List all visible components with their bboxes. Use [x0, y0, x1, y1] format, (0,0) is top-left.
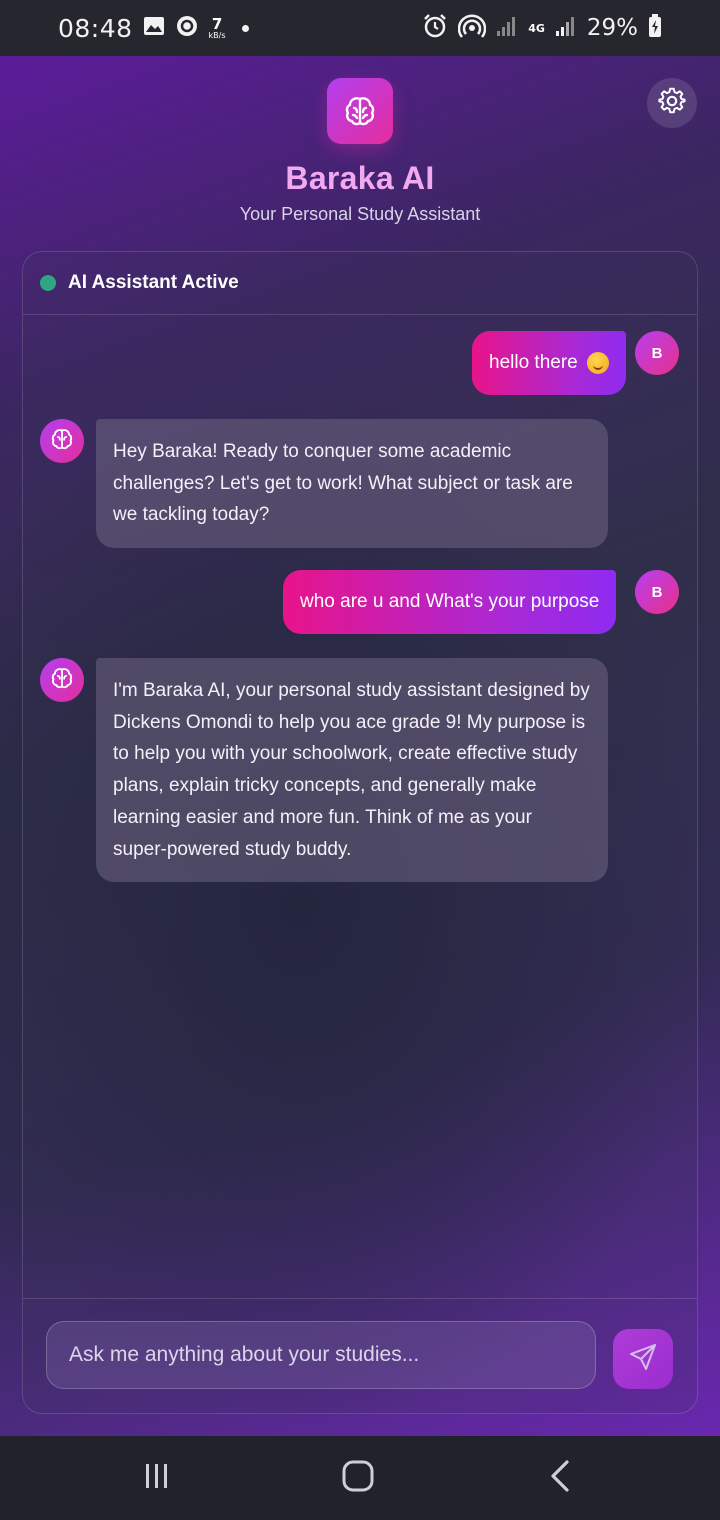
signal-icon-2 — [555, 15, 577, 41]
gallery-icon — [143, 16, 165, 40]
ai-avatar — [40, 419, 84, 463]
back-button[interactable] — [540, 1459, 580, 1498]
user-avatar: B — [635, 570, 679, 614]
sync-icon — [175, 14, 199, 42]
assistant-status: AI Assistant Active — [68, 272, 239, 293]
ai-message: I'm Baraka AI, your personal study assis… — [96, 658, 608, 883]
input-divider — [23, 1298, 697, 1299]
send-icon — [628, 1342, 658, 1377]
signal-icon — [496, 15, 518, 41]
ai-avatar — [40, 658, 84, 702]
battery-level: 29% — [586, 15, 638, 41]
status-time: 08:48 — [58, 13, 133, 43]
back-icon — [545, 1459, 575, 1498]
app-subtitle: Your Personal Study Assistant — [239, 204, 481, 224]
recent-apps-icon — [142, 1461, 172, 1496]
recent-apps-button[interactable] — [137, 1460, 177, 1496]
app-title: Baraka AI — [285, 160, 435, 196]
hotspot-icon — [457, 13, 487, 43]
settings-button[interactable] — [647, 78, 697, 128]
status-bar: 08:48 7 kB/s 4G 29% — [0, 0, 720, 56]
network-speed: 7 kB/s — [208, 14, 226, 40]
brain-icon — [327, 78, 393, 144]
chat-header: AI Assistant Active — [23, 252, 697, 315]
brain-icon — [50, 666, 74, 695]
gear-icon — [658, 87, 686, 120]
navigation-bar — [0, 1436, 720, 1520]
home-icon — [341, 1459, 375, 1498]
home-button[interactable] — [338, 1460, 378, 1496]
network-type: 4G — [528, 21, 545, 35]
user-message: hello there — [472, 331, 627, 395]
notification-dot — [241, 24, 249, 32]
brain-icon — [50, 427, 74, 456]
user-avatar: B — [635, 331, 679, 375]
hugging-face-emoji-icon — [587, 352, 610, 374]
app-screen: Baraka AI Your Personal Study Assistant … — [0, 56, 720, 1436]
chat-input[interactable] — [46, 1321, 596, 1389]
ai-message: Hey Baraka! Ready to conquer some academ… — [96, 419, 608, 549]
send-button[interactable] — [613, 1329, 673, 1389]
user-message: who are u and What's your purpose — [283, 570, 617, 634]
battery-icon — [648, 14, 662, 42]
alarm-icon — [422, 13, 448, 43]
status-dot — [40, 275, 56, 291]
